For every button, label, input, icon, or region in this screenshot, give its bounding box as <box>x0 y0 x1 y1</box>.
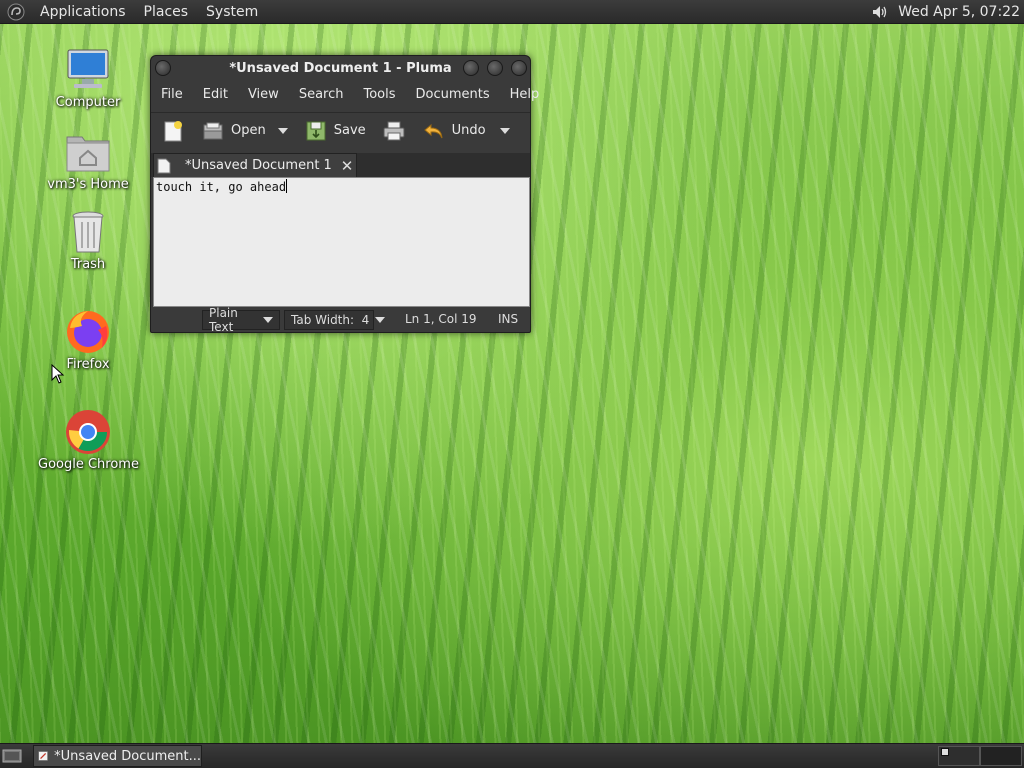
insert-mode: INS <box>498 312 519 326</box>
desktop-icon-firefox[interactable]: Firefox <box>38 308 138 372</box>
text-caret <box>286 179 288 193</box>
undo-dropdown[interactable] <box>496 116 514 146</box>
chevron-down-icon <box>499 127 510 134</box>
text-editor[interactable]: touch it, go ahead <box>153 177 530 307</box>
menu-view[interactable]: View <box>238 87 289 102</box>
taskbar-button-pluma[interactable]: *Unsaved Document... <box>33 745 202 767</box>
show-desktop-icon[interactable] <box>2 748 22 764</box>
undo-icon <box>423 123 443 138</box>
window-titlebar[interactable]: *Unsaved Document 1 - Pluma <box>151 56 530 80</box>
toolbar: Open Save Undo <box>151 112 530 148</box>
top-panel: Applications Places System Wed Apr 5, 07… <box>0 0 1024 24</box>
system-menu[interactable]: System <box>197 0 267 24</box>
window-menu-button[interactable] <box>155 60 171 76</box>
open-recent-dropdown[interactable] <box>274 116 292 146</box>
print-button[interactable] <box>382 116 406 146</box>
save-button[interactable]: Save <box>304 116 372 146</box>
workspace-1[interactable] <box>938 746 980 766</box>
document-icon <box>157 158 171 173</box>
maximize-button[interactable] <box>487 60 503 76</box>
desktop-icon-trash[interactable]: Trash <box>38 208 138 272</box>
places-menu[interactable]: Places <box>135 0 198 24</box>
home-folder-icon <box>66 136 110 172</box>
mouse-pointer-icon <box>51 364 65 384</box>
close-button[interactable] <box>511 60 527 76</box>
minimize-button[interactable] <box>463 60 479 76</box>
chevron-down-icon <box>375 317 386 323</box>
save-icon <box>306 121 326 140</box>
menu-search[interactable]: Search <box>289 87 354 102</box>
chevron-down-icon <box>277 127 288 134</box>
open-button[interactable]: Open <box>201 116 272 146</box>
desktop-icon-computer[interactable]: Computer <box>38 46 138 110</box>
bottom-panel: *Unsaved Document... <box>0 743 1024 768</box>
cursor-position: Ln 1, Col 19 <box>405 312 477 326</box>
clock[interactable]: Wed Apr 5, 07:22 <box>898 4 1024 20</box>
menu-file[interactable]: File <box>151 87 193 102</box>
new-document-icon <box>164 120 182 141</box>
workspace-2[interactable] <box>980 746 1022 766</box>
menu-tools[interactable]: Tools <box>353 87 405 102</box>
volume-icon[interactable] <box>868 0 892 24</box>
chrome-icon <box>66 410 110 454</box>
statusbar: Plain Text Tab Width: 4 Ln 1, Col 19 INS <box>151 306 530 334</box>
applications-menu[interactable]: Applications <box>31 0 135 24</box>
trash-icon <box>72 211 104 253</box>
tab-width-dropdown[interactable]: Tab Width: 4 <box>284 310 386 330</box>
firefox-icon <box>67 311 109 353</box>
menubar: File Edit View Search Tools Documents He… <box>151 82 539 106</box>
document-tabs: *Unsaved Document 1 ✕ <box>151 153 530 177</box>
new-document-button[interactable] <box>161 116 185 146</box>
pluma-window: *Unsaved Document 1 - Pluma File Edit Vi… <box>150 55 539 334</box>
undo-button[interactable]: Undo <box>422 116 492 146</box>
chevron-down-icon <box>263 317 273 323</box>
menu-help[interactable]: Help <box>500 87 550 102</box>
open-icon <box>203 122 223 139</box>
workspace-window-thumbnail <box>941 748 949 756</box>
text-editor-icon <box>38 751 48 761</box>
tab-unsaved-document-1[interactable]: *Unsaved Document 1 ✕ <box>153 153 357 177</box>
mate-logo-icon[interactable] <box>7 3 25 21</box>
close-tab-icon[interactable]: ✕ <box>338 157 356 175</box>
language-dropdown[interactable]: Plain Text <box>202 306 280 334</box>
desktop-icon-chrome[interactable]: Google Chrome <box>38 408 139 472</box>
print-icon <box>383 121 405 140</box>
window-title: *Unsaved Document 1 - Pluma <box>229 60 452 76</box>
computer-icon <box>67 49 109 88</box>
menu-documents[interactable]: Documents <box>406 87 500 102</box>
desktop-icon-home[interactable]: vm3's Home <box>38 128 138 192</box>
menu-edit[interactable]: Edit <box>193 87 238 102</box>
editor-content: touch it, go ahead <box>156 180 287 194</box>
